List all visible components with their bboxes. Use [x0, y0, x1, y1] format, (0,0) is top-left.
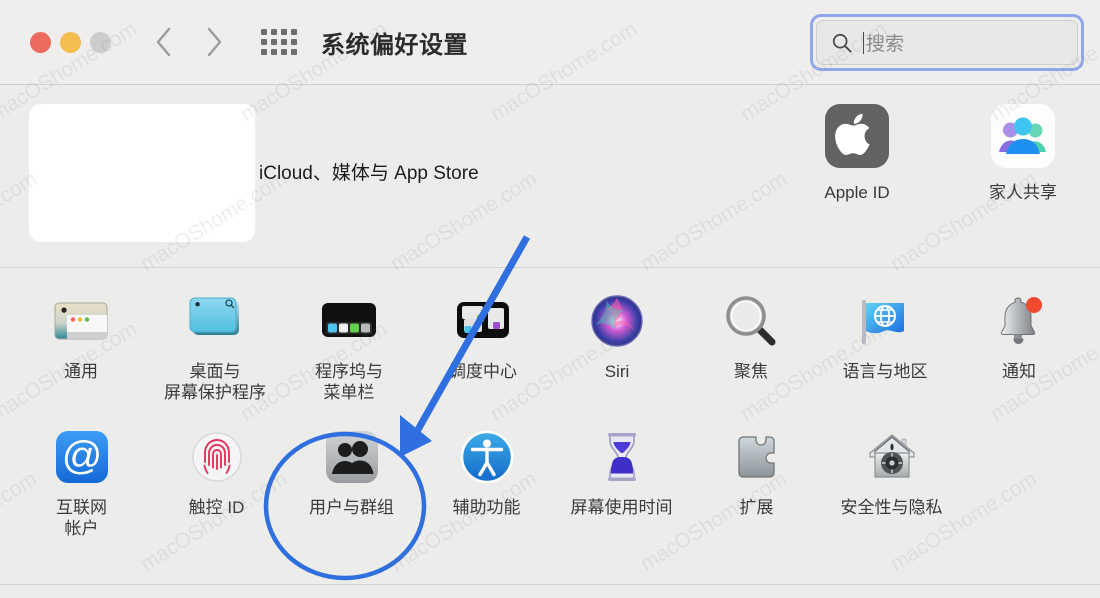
security-privacy-icon [860, 425, 924, 489]
pref-pane-label: 用户与群组 [309, 498, 394, 518]
pref-pane-label: 互联网 帐户 [56, 498, 107, 539]
search-icon [831, 32, 853, 54]
pref-pane-users-groups[interactable]: 用户与群组 [284, 425, 419, 539]
redacted-account-card [29, 104, 255, 242]
users-groups-icon [320, 425, 384, 489]
window-titlebar: 系统偏好设置 搜索 [0, 0, 1100, 85]
mission-control-icon [451, 289, 515, 353]
forward-chevron-icon[interactable] [203, 25, 225, 59]
pref-pane-label: 桌面与 屏幕保护程序 [164, 362, 266, 402]
pref-pane-accessibility[interactable]: 辅助功能 [419, 425, 554, 539]
pref-pane-label: 触控 ID [188, 498, 245, 518]
general-icon [49, 289, 113, 353]
pref-pane-family-sharing[interactable]: 家人共享 [964, 102, 1082, 204]
pref-pane-touch-id[interactable]: 触控 ID [149, 425, 284, 539]
pref-pane-label: 通知 [1002, 362, 1036, 381]
close-button[interactable] [30, 31, 51, 53]
pref-pane-security-privacy[interactable]: 安全性与隐私 [824, 425, 959, 539]
pref-pane-label: 聚焦 [734, 362, 768, 381]
siri-icon [585, 289, 649, 353]
accessibility-icon [455, 425, 519, 489]
pref-row-1: 通用 桌面与 屏幕保护程序 程序坞与 菜单栏 调度中心 Siri 聚焦 语言与地… [0, 269, 1100, 403]
pref-pane-label: 通用 [64, 362, 98, 381]
pref-pane-extensions[interactable]: 扩展 [689, 425, 824, 539]
pref-pane-label: 安全性与隐私 [840, 498, 943, 518]
pref-pane-dock-menubar[interactable]: 程序坞与 菜单栏 [282, 289, 416, 403]
pref-pane-siri[interactable]: Siri [550, 289, 684, 403]
search-field-focus-ring: 搜索 [810, 14, 1084, 71]
pref-pane-screen-time[interactable]: 屏幕使用时间 [554, 425, 689, 539]
internet-accounts-icon: @ [50, 425, 114, 489]
pref-pane-general[interactable]: 通用 [14, 289, 148, 403]
pref-pane-language-region[interactable]: 语言与地区 [818, 289, 952, 403]
pref-pane-label: Apple ID [824, 183, 890, 202]
family-sharing-icon [989, 102, 1057, 175]
extensions-icon [725, 425, 789, 489]
pref-pane-label: 辅助功能 [452, 498, 521, 518]
apple-id-banner: iCloud、媒体与 App Store Apple ID 家人共享 [0, 86, 1100, 268]
page-title: 系统偏好设置 [321, 31, 468, 59]
pref-pane-desktop-screensaver[interactable]: 桌面与 屏幕保护程序 [148, 289, 282, 403]
back-chevron-icon[interactable] [153, 25, 175, 59]
pref-pane-internet-accounts[interactable]: @ 互联网 帐户 [14, 425, 149, 539]
preference-panes-grid: 通用 桌面与 屏幕保护程序 程序坞与 菜单栏 调度中心 Siri 聚焦 语言与地… [0, 269, 1100, 585]
language-region-icon [853, 289, 917, 353]
pref-pane-notifications[interactable]: 通知 [952, 289, 1086, 403]
desktop-screensaver-icon [183, 289, 247, 353]
pref-pane-label: Siri [604, 362, 630, 381]
traffic-lights [30, 31, 111, 53]
pref-pane-label: 语言与地区 [842, 362, 928, 381]
search-input[interactable]: 搜索 [816, 20, 1078, 65]
search-placeholder: 搜索 [866, 34, 905, 55]
banner-tiles: Apple ID 家人共享 [798, 102, 1082, 204]
bottom-divider [0, 584, 1100, 585]
show-all-grid-icon[interactable] [261, 29, 297, 55]
pref-pane-mission-control[interactable]: 调度中心 [416, 289, 550, 403]
screen-time-icon [590, 425, 654, 489]
pref-pane-spotlight[interactable]: 聚焦 [684, 289, 818, 403]
pref-pane-label: 程序坞与 菜单栏 [315, 362, 383, 402]
pref-pane-label: 屏幕使用时间 [570, 498, 673, 518]
system-preferences-window: 系统偏好设置 搜索 iCloud、媒体与 App Store Apple ID … [0, 0, 1100, 598]
minimize-button[interactable] [60, 31, 81, 53]
zoom-button[interactable] [90, 31, 111, 53]
pref-pane-label: 家人共享 [989, 183, 1057, 202]
svg-text:@: @ [61, 434, 102, 478]
pref-pane-label: 扩展 [739, 498, 774, 518]
pref-pane-apple-id[interactable]: Apple ID [798, 102, 916, 204]
spotlight-icon [719, 289, 783, 353]
pref-row-2: @ 互联网 帐户 触控 ID 用户与群组 辅助功能 屏幕使用时间 扩展 安全性与… [0, 403, 1100, 539]
text-cursor [863, 31, 864, 54]
touch-id-icon [185, 425, 249, 489]
pref-pane-label: 调度中心 [449, 362, 517, 381]
navigation-arrows [153, 25, 225, 59]
notifications-icon [987, 289, 1051, 353]
dock-menubar-icon [317, 289, 381, 353]
apple-logo-icon [823, 102, 891, 175]
apple-id-subtitle: iCloud、媒体与 App Store [259, 163, 479, 184]
